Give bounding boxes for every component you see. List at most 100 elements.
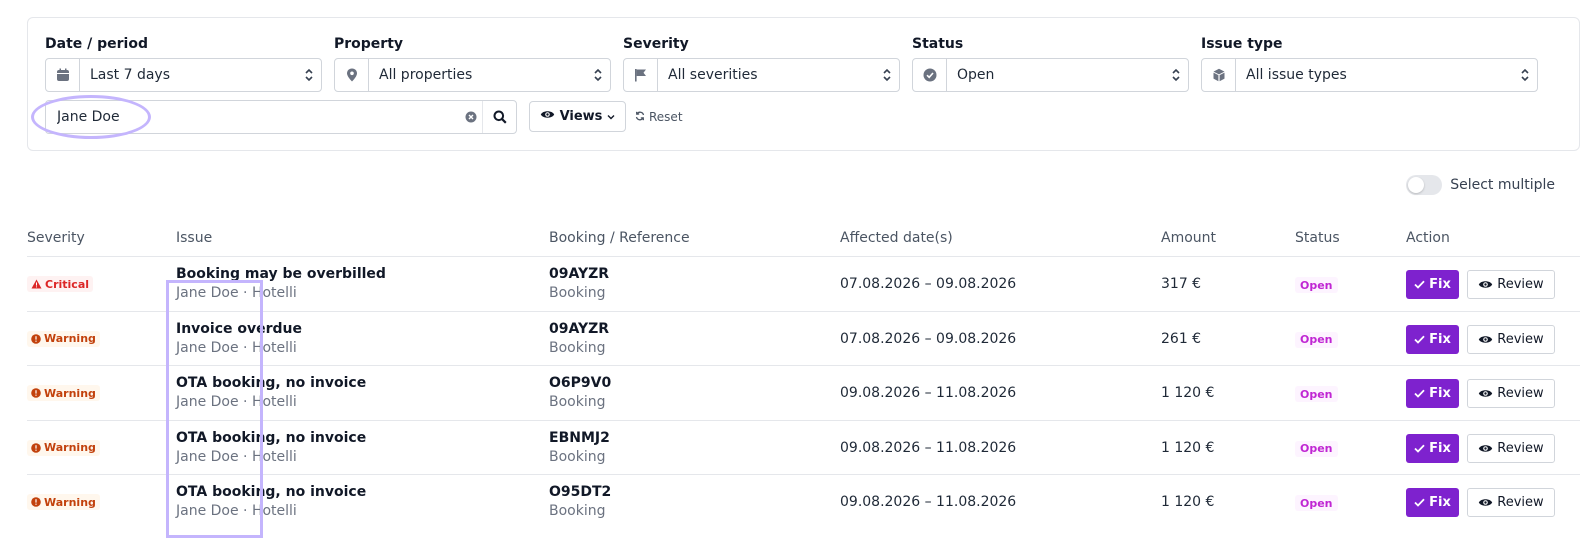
property-value: All properties	[379, 67, 473, 83]
issue-subtitle: Jane Doe · Hotelli	[176, 394, 297, 411]
booking-type: Booking	[549, 503, 606, 520]
fix-button[interactable]: Fix	[1406, 433, 1459, 463]
header-booking: Booking / Reference	[549, 230, 690, 246]
filter-date: Date / period Last 7 days	[45, 34, 322, 92]
search-icon	[493, 110, 507, 124]
filter-severity: Severity All severities	[623, 34, 900, 92]
date-period-select[interactable]: Last 7 days	[45, 58, 322, 92]
sort-chevrons-icon	[875, 68, 899, 82]
reset-button[interactable]: Reset	[635, 106, 683, 128]
eye-icon	[1479, 445, 1493, 452]
table-row[interactable]: Warning OTA booking, no invoice Jane Doe…	[27, 421, 1580, 476]
status-badge: Open	[1295, 386, 1338, 403]
fix-button[interactable]: Fix	[1406, 488, 1459, 518]
check-icon	[1414, 498, 1425, 508]
views-label: Views	[559, 109, 603, 124]
fix-label: Fix	[1429, 331, 1451, 347]
views-button[interactable]: Views	[529, 101, 626, 132]
table-row[interactable]: Warning OTA booking, no invoice Jane Doe…	[27, 475, 1580, 530]
fix-label: Fix	[1429, 440, 1451, 456]
severity-label: Warning	[44, 495, 96, 509]
exclamation-circle-icon	[31, 388, 41, 398]
booking-reference[interactable]: EBNMJ2	[549, 430, 610, 446]
fix-button[interactable]: Fix	[1406, 379, 1459, 409]
select-multiple-toggle-wrap: Select multiple	[1406, 175, 1555, 195]
date-period-value: Last 7 days	[90, 67, 171, 83]
booking-reference[interactable]: 09AYZR	[549, 266, 609, 282]
filter-property-label: Property	[334, 36, 404, 52]
severity-select[interactable]: All severities	[623, 58, 900, 92]
search-input[interactable]	[46, 102, 460, 132]
severity-badge-warning: Warning	[27, 439, 100, 456]
eye-icon	[1479, 499, 1493, 507]
property-select[interactable]: All properties	[334, 58, 611, 92]
select-multiple-label: Select multiple	[1450, 177, 1555, 193]
booking-reference[interactable]: O6P9V0	[549, 375, 611, 391]
filter-issue-type-label: Issue type	[1201, 36, 1283, 52]
issue-subtitle: Jane Doe · Hotelli	[176, 339, 297, 356]
review-button[interactable]: Review	[1467, 433, 1555, 463]
filter-status-label: Status	[912, 36, 964, 52]
check-icon	[1414, 280, 1425, 289]
reset-label: Reset	[649, 110, 683, 124]
booking-type: Booking	[549, 448, 606, 465]
fix-button[interactable]: Fix	[1406, 270, 1459, 299]
clear-icon[interactable]	[460, 111, 482, 123]
header-dates: Affected date(s)	[840, 230, 953, 246]
amount: 261 €	[1161, 330, 1202, 347]
exclamation-circle-icon	[31, 497, 41, 508]
affected-dates: 09.08.2026 – 11.08.2026	[840, 494, 1017, 511]
review-button[interactable]: Review	[1467, 270, 1555, 299]
severity-label: Warning	[44, 386, 96, 400]
review-button[interactable]: Review	[1467, 488, 1555, 518]
affected-dates: 09.08.2026 – 11.08.2026	[840, 439, 1017, 456]
filter-date-label: Date / period	[45, 36, 148, 52]
warning-triangle-icon	[31, 279, 42, 289]
header-severity: Severity	[27, 230, 85, 246]
header-issue: Issue	[176, 230, 213, 246]
status-badge: Open	[1295, 331, 1338, 348]
table-header: Severity Issue Booking / Reference Affec…	[27, 224, 1580, 257]
booking-type: Booking	[549, 339, 606, 356]
table-row[interactable]: Critical Booking may be overbilled Jane …	[27, 257, 1580, 312]
review-label: Review	[1497, 277, 1544, 292]
chevron-down-icon	[607, 109, 615, 124]
issue-type-value: All issue types	[1246, 67, 1347, 83]
fix-button[interactable]: Fix	[1406, 324, 1459, 354]
severity-badge-warning: Warning	[27, 494, 100, 511]
eye-icon	[1479, 281, 1493, 288]
issue-subtitle: Jane Doe · Hotelli	[176, 448, 297, 465]
refresh-icon	[635, 110, 645, 124]
filter-property: Property All properties	[334, 34, 611, 92]
exclamation-circle-icon	[31, 333, 41, 344]
review-button[interactable]: Review	[1467, 379, 1555, 409]
booking-reference[interactable]: 09AYZR	[549, 321, 609, 337]
severity-label: Warning	[44, 441, 96, 455]
table-row[interactable]: Warning Invoice overdue Jane Doe · Hotel…	[27, 312, 1580, 367]
severity-value: All severities	[668, 67, 758, 83]
review-label: Review	[1497, 331, 1544, 347]
sort-chevrons-icon	[586, 68, 610, 82]
search-button[interactable]	[482, 101, 516, 133]
review-button[interactable]: Review	[1467, 324, 1555, 354]
amount: 317 €	[1161, 276, 1202, 292]
cube-icon	[1202, 59, 1236, 91]
check-circle-icon	[913, 59, 947, 91]
status-badge: Open	[1295, 495, 1338, 512]
select-multiple-toggle[interactable]	[1406, 175, 1443, 195]
check-icon	[1414, 335, 1425, 344]
affected-dates: 07.08.2026 – 09.08.2026	[840, 276, 1017, 292]
status-select[interactable]: Open	[912, 58, 1189, 92]
issue-title: Invoice overdue	[176, 320, 303, 337]
header-amount: Amount	[1161, 230, 1217, 246]
filter-status: Status Open	[912, 34, 1189, 92]
sort-chevrons-icon	[1164, 68, 1188, 82]
eye-icon	[1479, 390, 1493, 397]
booking-reference[interactable]: O95DT2	[549, 484, 611, 500]
status-value: Open	[957, 67, 995, 83]
filter-issue-type: Issue type All issue types	[1201, 34, 1538, 92]
amount: 1 120 €	[1161, 385, 1215, 402]
table-row[interactable]: Warning OTA booking, no invoice Jane Doe…	[27, 366, 1580, 421]
eye-icon	[540, 109, 555, 124]
issue-type-select[interactable]: All issue types	[1201, 58, 1538, 92]
